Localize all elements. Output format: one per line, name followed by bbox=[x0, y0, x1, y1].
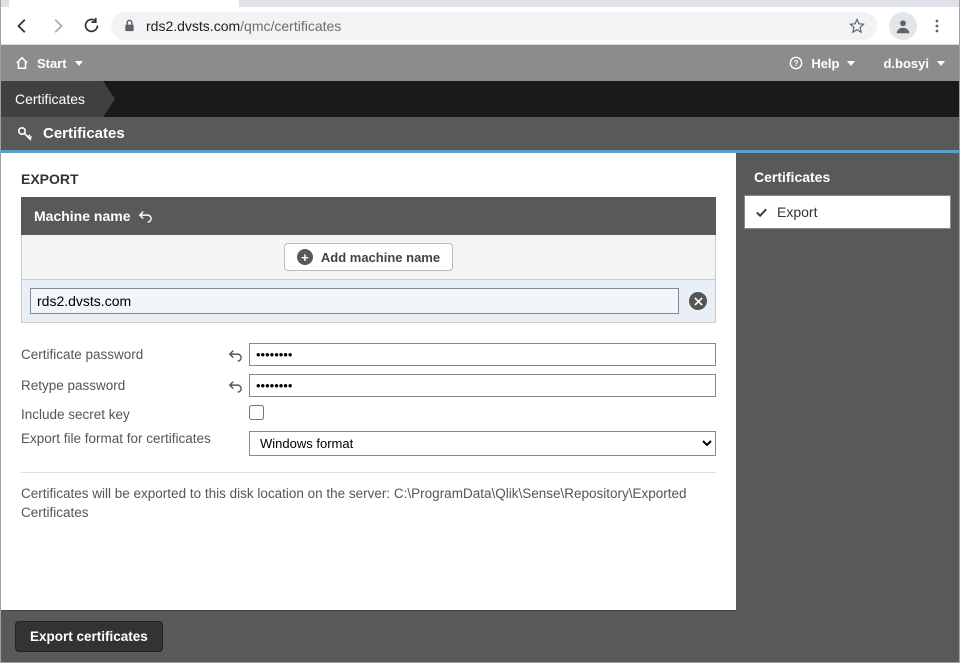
reload-button[interactable] bbox=[77, 12, 105, 40]
section-title-text: Certificates bbox=[43, 125, 125, 142]
machine-name-input[interactable] bbox=[30, 288, 679, 314]
undo-icon[interactable] bbox=[221, 348, 249, 362]
breadcrumb-item[interactable]: Certificates bbox=[1, 81, 103, 117]
bookmark-icon[interactable] bbox=[849, 18, 865, 34]
retype-password-input[interactable] bbox=[249, 374, 716, 397]
remove-machine-icon[interactable] bbox=[689, 292, 707, 310]
help-label: Help bbox=[811, 56, 839, 71]
add-machine-label: Add machine name bbox=[321, 250, 440, 265]
plus-circle-icon: + bbox=[297, 249, 313, 265]
help-menu[interactable]: ? Help bbox=[789, 56, 855, 71]
help-icon: ? bbox=[789, 56, 803, 70]
machine-entry-row bbox=[22, 280, 715, 322]
undo-icon[interactable] bbox=[138, 209, 152, 223]
qmc-top-nav: Start ? Help d.bosyi bbox=[1, 45, 959, 81]
browser-addressbar: rds2.dvsts.com/qmc/certificates bbox=[1, 7, 959, 45]
check-icon bbox=[755, 206, 769, 219]
export-heading: EXPORT bbox=[21, 171, 716, 187]
lock-icon bbox=[123, 19, 136, 32]
start-label: Start bbox=[37, 56, 67, 71]
profile-avatar[interactable] bbox=[889, 12, 917, 40]
url-text: rds2.dvsts.com/qmc/certificates bbox=[146, 18, 839, 34]
breadcrumb-bar: Certificates bbox=[1, 81, 959, 117]
include-secret-checkbox[interactable] bbox=[249, 405, 264, 420]
export-note: Certificates will be exported to this di… bbox=[21, 472, 716, 535]
key-icon bbox=[17, 126, 33, 142]
browser-menu-icon[interactable] bbox=[923, 18, 951, 34]
right-item-label: Export bbox=[777, 204, 817, 220]
browser-tabstrip: Q Certificates - QMC bbox=[1, 0, 959, 7]
retype-password-label: Retype password bbox=[21, 378, 221, 393]
right-sidebar: Certificates Export bbox=[736, 153, 959, 662]
start-menu[interactable]: Start bbox=[15, 56, 83, 71]
machine-name-header: Machine name bbox=[21, 197, 716, 235]
machine-name-label: Machine name bbox=[34, 208, 130, 224]
add-machine-row: + Add machine name bbox=[22, 235, 715, 280]
url-input[interactable]: rds2.dvsts.com/qmc/certificates bbox=[111, 12, 877, 40]
forward-button[interactable] bbox=[43, 12, 71, 40]
user-label: d.bosyi bbox=[883, 56, 929, 71]
right-panel-item-export[interactable]: Export bbox=[744, 195, 951, 229]
home-icon bbox=[15, 56, 29, 70]
add-machine-button[interactable]: + Add machine name bbox=[284, 243, 453, 271]
browser-tab[interactable]: Q Certificates - QMC bbox=[9, 0, 239, 7]
export-certificates-button[interactable]: Export certificates bbox=[15, 621, 163, 652]
action-bar: Export certificates bbox=[1, 610, 736, 662]
chevron-down-icon bbox=[937, 61, 945, 66]
export-format-label: Export file format for certificates bbox=[21, 431, 221, 446]
include-secret-label: Include secret key bbox=[21, 407, 221, 422]
cert-password-label: Certificate password bbox=[21, 347, 221, 362]
svg-text:?: ? bbox=[794, 59, 799, 68]
cert-password-input[interactable] bbox=[249, 343, 716, 366]
breadcrumb-label: Certificates bbox=[15, 91, 85, 107]
back-button[interactable] bbox=[9, 12, 37, 40]
section-header: Certificates bbox=[1, 117, 959, 153]
right-panel-title: Certificates bbox=[744, 165, 951, 195]
export-button-label: Export certificates bbox=[30, 629, 148, 644]
chevron-down-icon bbox=[847, 61, 855, 66]
user-menu[interactable]: d.bosyi bbox=[883, 56, 945, 71]
export-format-select[interactable]: Windows format bbox=[249, 431, 716, 456]
new-tab-button[interactable] bbox=[247, 0, 275, 4]
undo-icon[interactable] bbox=[221, 379, 249, 393]
chevron-down-icon bbox=[75, 61, 83, 66]
